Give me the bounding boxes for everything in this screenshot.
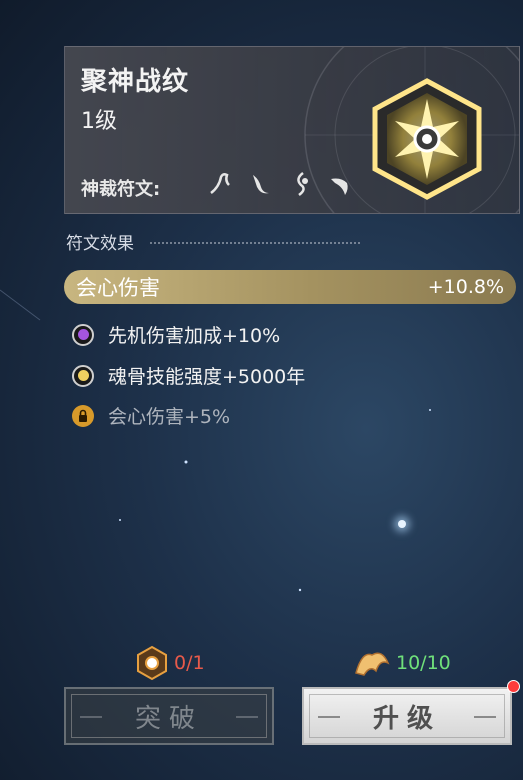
breakthrough-label: 突破 (134, 703, 203, 734)
rune-card: 聚神战纹 1级 神裁符文: (64, 46, 520, 214)
effect-text: 先机伤害加成+10% (108, 325, 281, 347)
effect-text: 会心伤害+5% (108, 406, 231, 428)
bright-star (398, 520, 406, 528)
rune-icon-1[interactable] (205, 169, 235, 199)
notification-dot (507, 680, 520, 693)
rune-icon-2[interactable] (245, 169, 275, 199)
purple-gem-icon (72, 323, 94, 346)
upgrade-material-icon (355, 652, 390, 676)
upgrade-count: 10/10 (396, 652, 451, 674)
rune-icon-4[interactable] (325, 169, 355, 199)
upgrade-label: 升级 (372, 703, 441, 734)
effect-item-locked: 会心伤害+5% (72, 402, 230, 429)
section-title: 符文效果 (66, 234, 134, 254)
rune-title: 聚神战纹 (81, 67, 190, 97)
rune-level: 1级 (81, 109, 117, 134)
lock-icon (72, 404, 94, 427)
main-effect-bar: 会心伤害 +10.8% (64, 270, 516, 304)
rune-icon-3[interactable] (285, 169, 315, 199)
main-effect-name: 会心伤害 (76, 276, 160, 300)
breakthrough-button[interactable]: 突破 (64, 687, 274, 745)
main-effect-value: +10.8% (427, 276, 504, 298)
rune-icon-list (205, 169, 355, 199)
yellow-gem-icon (72, 364, 94, 387)
upgrade-button[interactable]: 升级 (302, 687, 512, 745)
breakthrough-material-icon (137, 645, 167, 681)
effect-text: 魂骨技能强度+5000年 (108, 366, 306, 388)
rune-label: 神裁符文: (81, 179, 161, 200)
upgrade-cost: 10/10 (352, 645, 451, 681)
breakthrough-cost: 0/1 (134, 645, 205, 681)
effect-item: 魂骨技能强度+5000年 (72, 362, 305, 389)
section-divider (150, 242, 360, 244)
star-emblem-icon (367, 77, 487, 201)
breakthrough-count: 0/1 (174, 652, 205, 674)
effect-item: 先机伤害加成+10% (72, 321, 280, 348)
